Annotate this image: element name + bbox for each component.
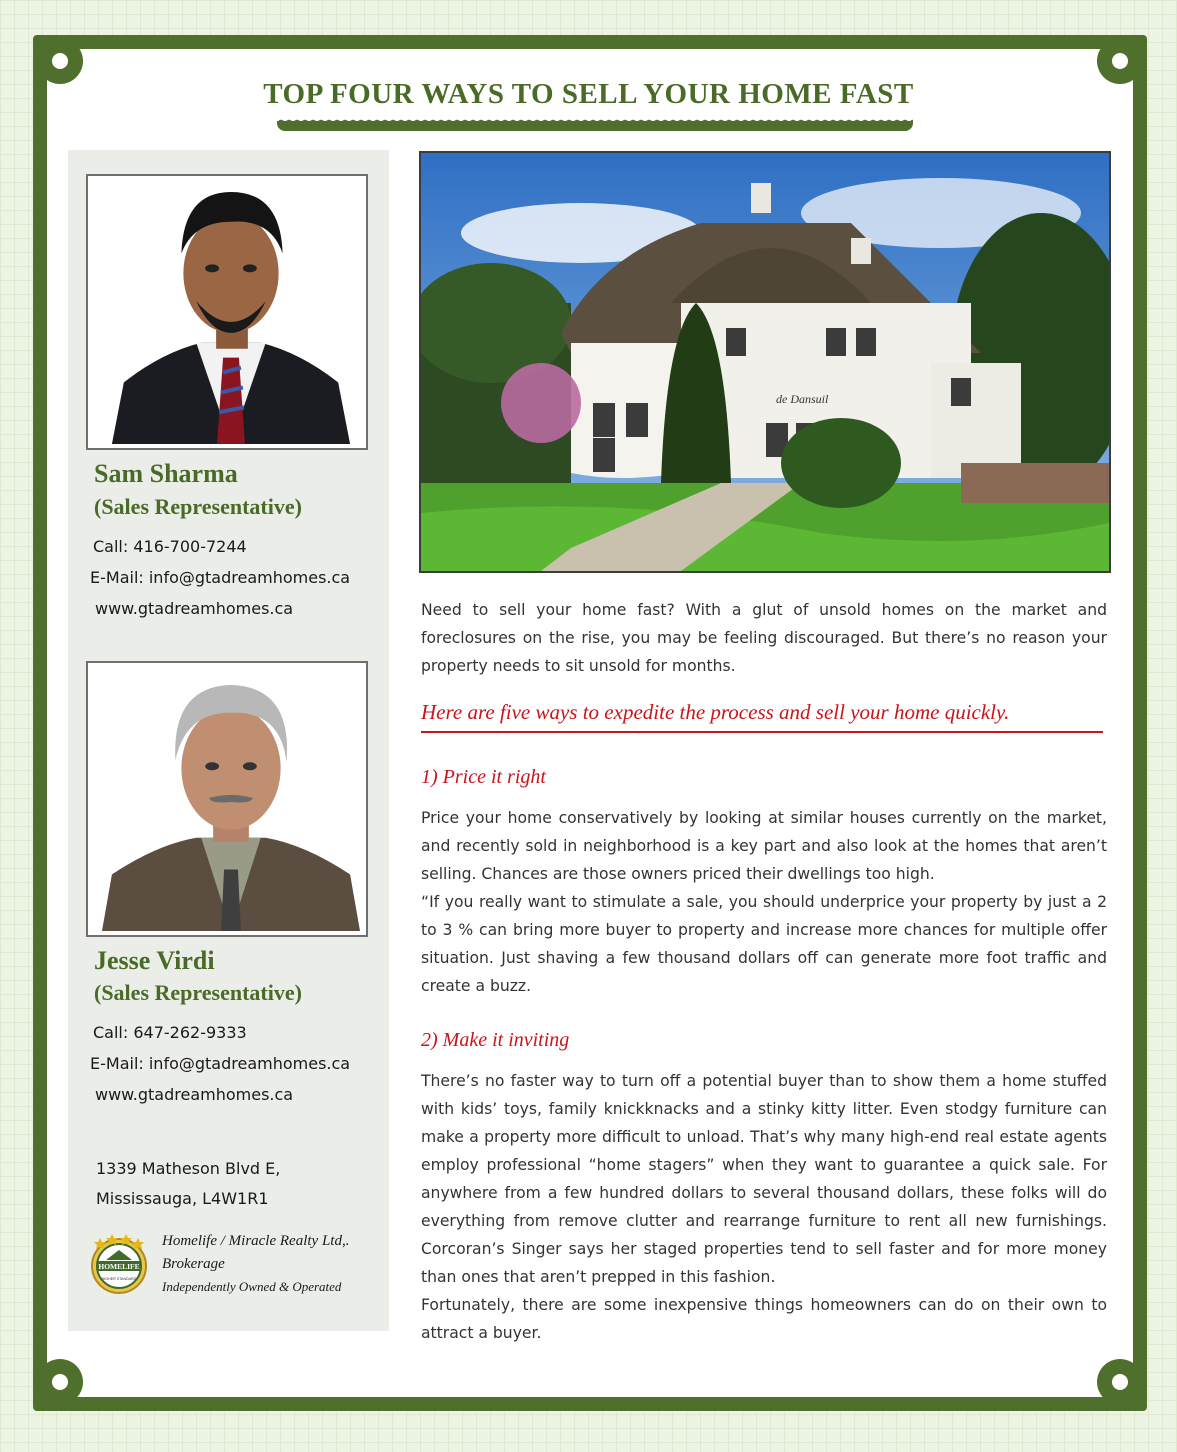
section-body: There’s no faster way to turn off a pote…: [421, 1067, 1107, 1347]
agent-photo-sam: [86, 174, 368, 450]
section-heading: 1) Price it right: [421, 766, 546, 788]
corner-ornament: [1097, 1359, 1143, 1405]
homelife-logo-icon: HOMELIFE HIGHER STANDARD: [91, 1234, 147, 1294]
agent-photo-jesse: [86, 661, 368, 937]
agent-email[interactable]: E-Mail: info@gtadreamhomes.ca: [90, 568, 350, 587]
section-paragraph: Fortunately, there are some inexpensive …: [421, 1296, 1107, 1342]
agent-role: (Sales Representative): [94, 494, 302, 519]
agent-website[interactable]: www.gtadreamhomes.ca: [95, 1085, 293, 1104]
portrait-image: [102, 671, 360, 931]
section-paragraph: There’s no faster way to turn off a pote…: [421, 1072, 1107, 1286]
agent-website[interactable]: www.gtadreamhomes.ca: [95, 599, 293, 618]
agent-phone[interactable]: Call: 647-262-9333: [93, 1023, 247, 1042]
logo-text: HOMELIFE: [98, 1262, 139, 1271]
house-sign: de Dansuil: [776, 392, 829, 406]
agent-phone[interactable]: Call: 416-700-7244: [93, 537, 247, 556]
house-image: de Dansuil: [421, 153, 1109, 571]
agent-name: Sam Sharma: [94, 459, 238, 488]
corner-ornament: [37, 1359, 83, 1405]
section-paragraph: “If you really want to stimulate a sale,…: [421, 893, 1107, 995]
logo-subtext: HIGHER STANDARD: [102, 1277, 137, 1281]
brokerage-type: Brokerage: [162, 1256, 225, 1272]
title-underline: [277, 117, 913, 131]
brokerage-tagline: Independently Owned & Operated: [162, 1279, 342, 1294]
house-photo: de Dansuil: [419, 151, 1111, 573]
highlight-heading: Here are five ways to expedite the proce…: [421, 700, 1010, 724]
section-paragraph: Price your home conservatively by lookin…: [421, 809, 1107, 883]
intro-paragraph: Need to sell your home fast? With a glut…: [421, 596, 1107, 680]
page-title: TOP FOUR WAYS TO SELL YOUR HOME FAST: [263, 78, 914, 110]
office-address-line2: Mississauga, L4W1R1: [96, 1189, 269, 1208]
section-body: Price your home conservatively by lookin…: [421, 804, 1107, 1000]
highlight-underline: [421, 731, 1103, 733]
agent-role: (Sales Representative): [94, 980, 302, 1005]
intro-text: Need to sell your home fast? With a glut…: [421, 601, 1107, 675]
section-heading: 2) Make it inviting: [421, 1029, 570, 1051]
agent-email[interactable]: E-Mail: info@gtadreamhomes.ca: [90, 1054, 350, 1073]
brokerage-name: Homelife / Miracle Realty Ltd,.: [162, 1233, 350, 1249]
office-address-line1: 1339 Matheson Blvd E,: [96, 1159, 281, 1178]
agent-name: Jesse Virdi: [94, 946, 215, 975]
portrait-image: [102, 184, 360, 444]
